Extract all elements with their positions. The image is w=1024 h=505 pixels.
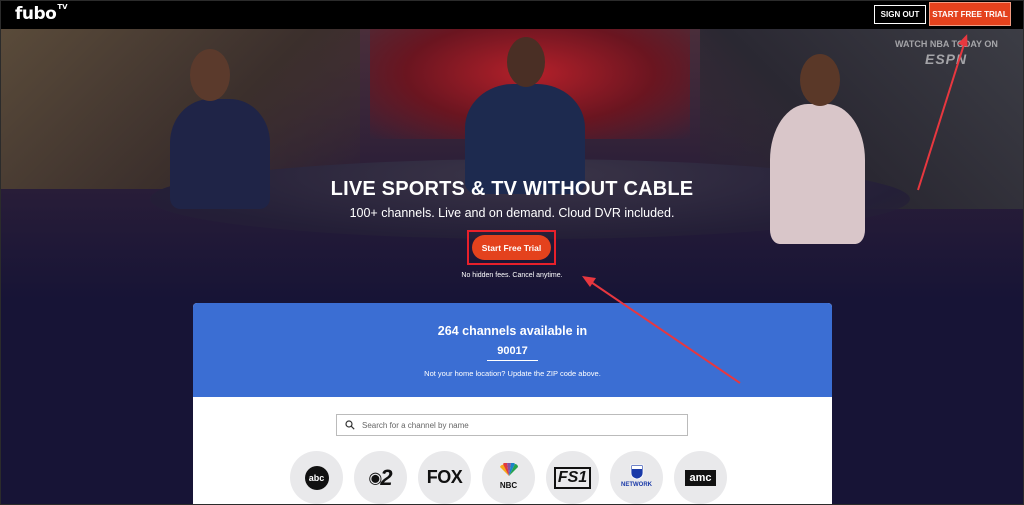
hero-section: WATCH NBA TODAY ON ESPN LIVE SPORTS & TV… <box>0 29 1024 299</box>
sign-out-button[interactable]: SIGN OUT <box>874 5 926 24</box>
channel-logo-fox[interactable]: FOX <box>418 451 471 504</box>
host-left-head <box>190 49 230 101</box>
hero-watermark: WATCH NBA TODAY ON <box>895 39 998 49</box>
hero-title: LIVE SPORTS & TV WITHOUT CABLE <box>330 178 694 200</box>
channel-search-input[interactable] <box>362 420 662 430</box>
logo-text: fubo <box>15 4 57 24</box>
fubo-logo[interactable]: fuboTV <box>15 3 68 24</box>
channel-logo-nbc[interactable]: NBC <box>482 451 535 504</box>
channel-logo-row: abc ◉ 2 FOX NBC FS1 NETWORK amc <box>290 451 740 505</box>
search-icon <box>345 420 355 430</box>
channel-logo-nfl-network[interactable]: NETWORK <box>610 451 663 504</box>
hero-subtitle: 100+ channels. Live and on demand. Cloud… <box>349 206 675 220</box>
logo-suffix: TV <box>57 3 68 12</box>
zip-code-note: Not your home location? Update the ZIP c… <box>424 369 601 378</box>
zip-code-field[interactable]: 90017 <box>487 345 538 361</box>
amc-logo-icon: amc <box>685 469 716 486</box>
nbc-logo-text: NBC <box>499 481 518 490</box>
channel-search-box[interactable] <box>336 414 688 436</box>
channel-logo-abc[interactable]: abc <box>290 451 343 504</box>
hero-network-watermark: ESPN <box>925 51 968 67</box>
nbc-peacock-icon <box>499 463 518 476</box>
start-free-trial-hero-highlight: Start Free Trial <box>467 230 556 265</box>
host-right-head <box>800 54 840 106</box>
nfl-shield-icon <box>630 464 643 480</box>
abc-logo-icon: abc <box>304 465 329 490</box>
channel-card-header: 264 channels available in 90017 Not your… <box>193 303 832 397</box>
fs1-logo-icon: FS1 <box>553 466 592 489</box>
cbs-logo-icon: 2 <box>380 464 393 490</box>
channel-logo-fs1[interactable]: FS1 <box>546 451 599 504</box>
start-free-trial-hero-button[interactable]: Start Free Trial <box>472 235 551 260</box>
channel-lookup-card: 264 channels available in 90017 Not your… <box>193 303 832 505</box>
nfl-network-text: NETWORK <box>621 481 652 488</box>
start-free-trial-top-button[interactable]: START FREE TRIAL <box>929 2 1011 26</box>
top-nav-bar: fuboTV SIGN OUT START FREE TRIAL <box>0 0 1024 29</box>
hero-cta-note: No hidden fees. Cancel anytime. <box>461 272 563 279</box>
channel-logo-amc[interactable]: amc <box>674 451 727 504</box>
host-center-head <box>507 37 545 87</box>
fox-logo-icon: FOX <box>426 467 463 487</box>
channel-count-text: 264 channels available in <box>437 324 588 338</box>
host-right-body <box>770 104 865 244</box>
channel-logo-cbs[interactable]: ◉ 2 <box>354 451 407 504</box>
